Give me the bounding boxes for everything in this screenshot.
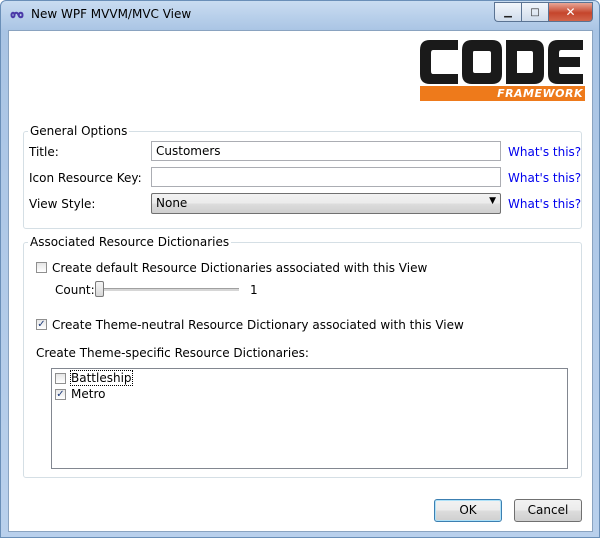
title-label: Title:: [29, 145, 59, 159]
maximize-button[interactable]: □: [521, 2, 548, 22]
maximize-icon: □: [530, 6, 540, 18]
title-bar[interactable]: New WPF MVVM/MVC View ▁ □ ✕: [1, 1, 599, 29]
count-label: Count:: [55, 283, 95, 297]
code-framework-logo: FRAMEWORK: [420, 40, 585, 102]
code-logo-mark: [420, 40, 583, 84]
theme-neutral-label[interactable]: Create Theme-neutral Resource Dictionary…: [52, 318, 464, 332]
icon-help-link[interactable]: What's this?: [508, 171, 581, 185]
metro-label: Metro: [71, 387, 106, 401]
theme-specific-label: Create Theme-specific Resource Dictionar…: [36, 346, 309, 360]
minimize-button[interactable]: ▁: [494, 2, 521, 22]
app-infinity-icon: [10, 11, 24, 19]
count-slider-thumb[interactable]: [95, 281, 104, 297]
themes-listbox[interactable]: Battleship ✓ Metro: [51, 368, 568, 469]
minimize-icon: ▁: [504, 6, 512, 18]
list-item-metro[interactable]: ✓ Metro: [55, 387, 155, 403]
dropdown-arrow-icon: ▼: [489, 196, 496, 206]
title-help-link[interactable]: What's this?: [508, 145, 581, 159]
count-slider-track[interactable]: [95, 288, 239, 291]
checkmark-icon: ✓: [56, 389, 65, 400]
battleship-label: Battleship: [70, 370, 133, 386]
icon-resource-key-input[interactable]: [151, 167, 501, 187]
checkmark-icon: ✓: [37, 319, 46, 330]
view-style-label: View Style:: [29, 197, 96, 211]
theme-neutral-checkbox[interactable]: ✓: [36, 319, 47, 330]
default-dicts-checkbox[interactable]: [36, 262, 47, 273]
dialog-window: New WPF MVVM/MVC View ▁ □ ✕ FRAMEWORK Ge…: [0, 0, 600, 538]
metro-checkbox[interactable]: ✓: [55, 389, 66, 400]
dialog-client-area: FRAMEWORK General Options Title: What's …: [8, 30, 593, 532]
view-style-dropdown[interactable]: None ▼: [151, 193, 501, 214]
cancel-button[interactable]: Cancel: [514, 499, 582, 522]
close-icon: ✕: [565, 5, 576, 19]
list-item-battleship[interactable]: Battleship: [55, 370, 155, 387]
count-value: 1: [250, 283, 258, 297]
caption-buttons: ▁ □ ✕: [494, 2, 593, 22]
framework-band: FRAMEWORK: [420, 86, 585, 101]
default-dicts-label[interactable]: Create default Resource Dictionaries ass…: [52, 261, 427, 275]
icon-resource-key-label: Icon Resource Key:: [29, 171, 142, 185]
resource-dictionaries-title: Associated Resource Dictionaries: [28, 235, 232, 249]
battleship-checkbox[interactable]: [55, 373, 66, 384]
window-title: New WPF MVVM/MVC View: [31, 7, 192, 21]
general-options-title: General Options: [28, 124, 130, 138]
title-input[interactable]: [151, 141, 501, 161]
ok-button[interactable]: OK: [434, 499, 502, 522]
view-style-help-link[interactable]: What's this?: [508, 197, 581, 211]
close-button[interactable]: ✕: [548, 2, 593, 22]
view-style-selected: None: [156, 196, 188, 210]
